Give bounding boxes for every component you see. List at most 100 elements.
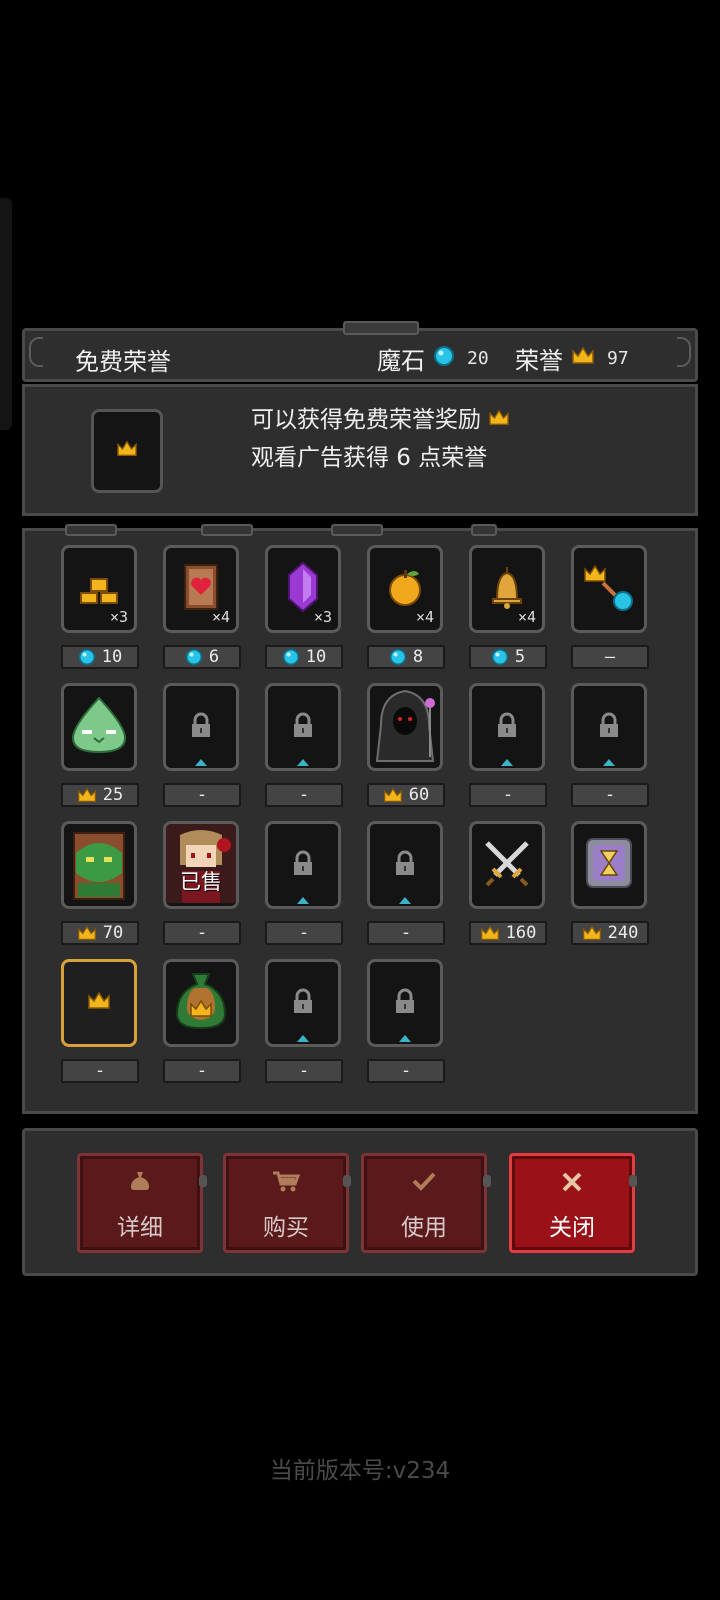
shop-item[interactable]: 25 xyxy=(61,683,139,807)
item-price-value: - xyxy=(400,1061,412,1081)
item-quantity: ×4 xyxy=(517,608,536,626)
shop-item[interactable]: 60 xyxy=(367,683,445,807)
button-connector xyxy=(343,1175,351,1187)
item-slot[interactable]: ×3 xyxy=(265,545,341,633)
shop-item[interactable]: - xyxy=(163,683,241,807)
shop-item[interactable]: - xyxy=(469,683,547,807)
shop-item[interactable]: - xyxy=(367,821,445,945)
item-price: 10 xyxy=(265,645,343,669)
item-quantity: ×4 xyxy=(211,608,230,626)
use-button[interactable]: 使用 xyxy=(361,1153,487,1253)
buy-button-label: 购买 xyxy=(263,1215,309,1241)
free-honor-slot[interactable] xyxy=(91,409,163,493)
item-slot[interactable] xyxy=(571,821,647,909)
item-slot[interactable] xyxy=(571,545,647,633)
gold-bars-icon xyxy=(75,567,123,611)
item-price-value: 60 xyxy=(408,785,430,805)
header-curl-left xyxy=(29,337,43,367)
free-honor-line1: 可以获得免费荣誉奖励 xyxy=(251,401,510,439)
item-slot[interactable] xyxy=(265,959,341,1047)
shop-item[interactable]: 160 xyxy=(469,821,547,945)
item-slot[interactable] xyxy=(265,821,341,909)
lock-icon xyxy=(594,710,624,744)
item-slot[interactable]: ×4 xyxy=(469,545,545,633)
item-price-value: 70 xyxy=(102,923,124,943)
magic-stone-counter: 魔石 20 xyxy=(377,341,489,376)
item-slot[interactable]: ×3 xyxy=(61,545,137,633)
unlock-indicator-icon xyxy=(603,759,615,766)
close-button-label: 关闭 xyxy=(549,1215,595,1241)
shop-item[interactable]: 240 xyxy=(571,821,649,945)
shop-item[interactable]: — xyxy=(571,545,649,669)
detail-button[interactable]: 详细 xyxy=(77,1153,203,1253)
crossed-swords-icon xyxy=(481,837,533,893)
item-slot[interactable] xyxy=(571,683,647,771)
shop-item[interactable]: ×3 10 xyxy=(265,545,343,669)
treant-icon xyxy=(64,824,134,906)
item-price: - xyxy=(469,783,547,807)
shop-item[interactable]: - xyxy=(571,683,649,807)
free-honor-line1-text: 可以获得免费荣誉奖励 xyxy=(251,407,481,433)
shop-item[interactable]: ×3 10 xyxy=(61,545,139,669)
lock-icon xyxy=(288,986,318,1020)
item-slot[interactable] xyxy=(367,683,443,771)
item-slot[interactable] xyxy=(61,959,137,1047)
magic-stone-label: 魔石 xyxy=(377,347,425,375)
unlock-indicator-icon xyxy=(195,759,207,766)
header-curl-right xyxy=(677,337,691,367)
item-price: 160 xyxy=(469,921,547,945)
item-price-value: 240 xyxy=(607,923,639,943)
item-quantity: ×3 xyxy=(109,608,128,626)
item-slot[interactable] xyxy=(469,821,545,909)
shop-item[interactable]: - xyxy=(265,821,343,945)
item-price-value: - xyxy=(94,1061,106,1081)
item-slot[interactable] xyxy=(61,821,137,909)
close-button[interactable]: 关闭 xyxy=(509,1153,635,1253)
item-price: - xyxy=(265,783,343,807)
crown-icon xyxy=(116,440,138,462)
unlock-indicator-icon xyxy=(399,897,411,904)
crown-icon xyxy=(77,787,97,804)
crown-icon xyxy=(77,925,97,942)
item-slot[interactable] xyxy=(163,683,239,771)
crown-icon xyxy=(87,991,111,1015)
item-price-value: - xyxy=(502,785,514,805)
item-slot[interactable] xyxy=(367,959,443,1047)
shop-item[interactable]: - xyxy=(163,959,241,1083)
shop-item[interactable]: ×4 6 xyxy=(163,545,241,669)
item-slot[interactable]: ×4 xyxy=(163,545,239,633)
item-slot[interactable] xyxy=(61,683,137,771)
shop-item[interactable]: - xyxy=(367,959,445,1083)
item-slot[interactable] xyxy=(469,683,545,771)
button-connector xyxy=(199,1175,207,1187)
item-price-value: 5 xyxy=(514,647,526,667)
item-price-value: - xyxy=(604,785,616,805)
free-honor-text: 可以获得免费荣誉奖励 观看广告获得 6 点荣誉 xyxy=(251,401,510,477)
dark-reaper-icon xyxy=(370,686,440,768)
item-slot[interactable] xyxy=(163,959,239,1047)
pouch-icon xyxy=(80,1170,200,1192)
item-price: - xyxy=(61,1059,139,1083)
shop-item[interactable]: ×4 8 xyxy=(367,545,445,669)
item-price: 240 xyxy=(571,921,649,945)
shop-item[interactable]: 70 xyxy=(61,821,139,945)
item-price-value: 25 xyxy=(102,785,124,805)
unlock-indicator-icon xyxy=(501,759,513,766)
shop-grid-panel: ×3 10 ×4 6 ×3 10 ×4 8 ×4 5 — 25 - - 60 - - 70 已售 - - - 160 240 -… xyxy=(22,524,698,1114)
magic-stone-value: 20 xyxy=(467,348,489,369)
gem-icon xyxy=(78,648,96,666)
item-price: 70 xyxy=(61,921,139,945)
shop-item[interactable]: - xyxy=(265,959,343,1083)
item-slot[interactable] xyxy=(367,821,443,909)
crown-bag-icon xyxy=(171,970,231,1036)
shop-item[interactable]: - xyxy=(61,959,139,1083)
item-slot[interactable]: ×4 xyxy=(367,545,443,633)
close-icon xyxy=(512,1170,632,1194)
shop-item[interactable]: ×4 5 xyxy=(469,545,547,669)
item-price-value: 10 xyxy=(305,647,327,667)
shop-item[interactable]: - xyxy=(265,683,343,807)
item-slot[interactable] xyxy=(265,683,341,771)
shop-item[interactable]: 已售 - xyxy=(163,821,241,945)
buy-button[interactable]: 购买 xyxy=(223,1153,349,1253)
item-slot[interactable]: 已售 xyxy=(163,821,239,909)
